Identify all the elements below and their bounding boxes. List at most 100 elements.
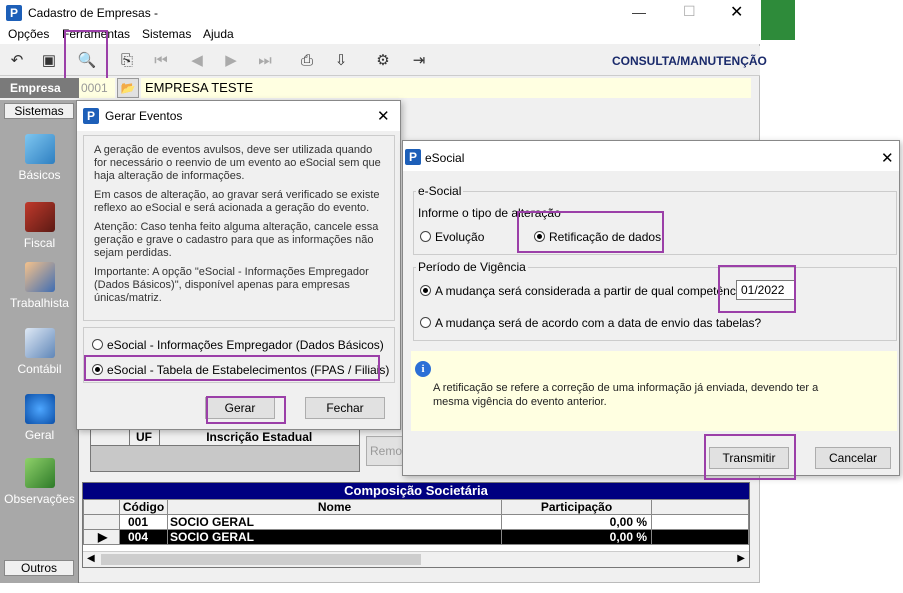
highlight-competencia-input [718,265,796,313]
minimize-icon[interactable]: — [632,4,646,20]
sidebar-item-contabil[interactable]: Contábil [0,328,79,376]
vigencia-group-label: Período de Vigência [416,260,528,274]
horizontal-scrollbar[interactable]: ◀ ▶ [83,551,749,567]
empresa-name[interactable]: EMPRESA TESTE [141,78,751,98]
gerar-dialog-title: Gerar Eventos [105,109,183,123]
last-record-icon[interactable]: ⏭ [254,50,276,72]
table-row-selected[interactable]: ▶ 004 SOCIO GERAL 0,00 % [83,529,749,545]
esocial-dialog-title: eSocial [425,151,465,165]
gerar-para-4: Importante: A opção "eSocial - Informaçõ… [94,266,369,304]
option-evolucao[interactable]: Evolução [420,230,484,244]
title-bar: P Cadastro de Empresas - — ☐ ✕ [0,0,760,28]
highlight-search-tool [64,30,108,82]
undo-icon[interactable]: ↶ [6,50,28,72]
menu-opcoes[interactable]: Opções [8,27,49,41]
info-text: A retificação se refere a correção de um… [433,382,819,408]
highlight-estabelecimentos-option [84,355,380,381]
option-label: A mudança será de acordo com a data de e… [435,316,762,330]
cell-codigo: 004 [119,529,168,545]
worker-icon [24,262,55,292]
esocial-dialog: P eSocial ✕ e-Social Informe o tipo de a… [402,140,900,476]
sidebar-item-label: Observações [4,492,75,506]
composicao-grid: Composição Societária Código Nome Partic… [82,482,750,568]
print-icon[interactable]: ⎙ [296,50,318,72]
sidebar: Sistemas Básicos Fiscal Trabalhista Cont… [0,100,79,583]
toolbar: ↶ ▣ 🔍 ⎘ ⏮ ◀ ▶ ⏭ ⎙ ⇩ ⚙ ⇥ CONSULTA/MANUTEN… [0,46,767,76]
sidebar-item-basicos[interactable]: Básicos [0,134,79,182]
next-record-icon[interactable]: ▶ [220,50,242,72]
option-label: Evolução [435,230,485,244]
window-title: Cadastro de Empresas - [28,6,159,20]
option-competencia[interactable]: A mudança será considerada a partir de q… [420,284,752,298]
option-dados-basicos[interactable]: eSocial - Informações Empregador (Dados … [92,338,384,352]
sidebar-item-fiscal[interactable]: Fiscal [0,202,79,250]
preview-icon[interactable]: ⎘ [116,50,138,72]
esocial-dialog-titlebar: P eSocial ✕ [403,141,899,171]
fechar-button[interactable]: Fechar [305,397,385,419]
sidebar-outros-button[interactable]: Outros [4,560,74,576]
radio-icon [420,231,431,242]
sidebar-item-label: Geral [24,428,55,442]
empresa-label: Empresa [0,78,79,98]
radio-selected-icon [420,285,431,296]
maximize-icon[interactable]: ☐ [683,3,696,20]
gerar-dialog-titlebar: P Gerar Eventos ✕ [77,101,400,131]
cell-participacao: 0,00 % [501,514,652,530]
highlight-gerar-button [206,396,286,424]
sidebar-item-label: Trabalhista [10,296,69,310]
background-window-strip [761,0,795,40]
sidebar-item-label: Contábil [17,362,62,376]
export-icon[interactable]: ⇩ [330,50,352,72]
previous-record-icon[interactable]: ◀ [186,50,208,72]
notepad-pencil-icon [24,458,55,488]
row-pointer-icon: ▶ [83,529,120,545]
menu-bar: Opções Ferramentas Sistemas Ajuda [0,26,760,44]
option-data-envio[interactable]: A mudança será de acordo com a data de e… [420,316,761,330]
cell-nome: SOCIO GERAL [167,529,502,545]
ie-table: UF Inscrição Estadual [90,428,360,472]
col-nome: Nome [167,499,502,515]
menu-ajuda[interactable]: Ajuda [203,27,234,41]
sidebar-item-trabalhista[interactable]: Trabalhista [0,262,79,310]
cell-participacao: 0,00 % [501,529,652,545]
background-window [761,0,903,44]
table-row[interactable]: 001 SOCIO GERAL 0,00 % [83,514,749,530]
option-label: eSocial - Informações Empregador (Dados … [107,338,384,352]
sidebar-item-observacoes[interactable]: Observações [0,458,79,506]
col-participacao: Participação [501,499,652,515]
option-label: A mudança será considerada a partir de q… [435,284,752,298]
info-icon: i [415,361,431,377]
app-logo-icon: P [6,5,22,21]
gerar-info-box: A geração de eventos avulsos, deve ser u… [83,135,395,321]
close-icon[interactable]: ✕ [881,149,894,167]
scroll-thumb[interactable] [101,554,421,565]
radio-icon [420,317,431,328]
ie-col-uf: UF [129,429,160,446]
close-icon[interactable]: ✕ [377,107,390,125]
scroll-left-icon[interactable]: ◀ [87,553,95,564]
cancelar-button[interactable]: Cancelar [815,447,891,469]
empresa-code[interactable]: 0001 [79,78,115,98]
sidebar-item-geral[interactable]: Geral [0,394,79,442]
info-panel: i A retificação se refere a correção de … [411,351,897,431]
remove-button[interactable]: Remo [366,436,406,466]
close-icon[interactable]: ✕ [730,2,743,22]
exit-icon[interactable]: ⇥ [408,50,430,72]
settings-icon[interactable]: ⚙ [372,50,394,72]
gerar-para-3: Atenção: Caso tenha feito alguma alteraç… [94,221,379,259]
computer-info-icon [24,394,55,424]
ie-col-inscricao: Inscrição Estadual [159,429,359,446]
sidebar-sistemas-button[interactable]: Sistemas [4,103,74,119]
first-record-icon[interactable]: ⏮ [150,50,172,72]
mode-label: CONSULTA/MANUTENÇÃO [612,54,767,68]
open-folder-icon[interactable]: 📂 [117,78,139,98]
menu-sistemas[interactable]: Sistemas [142,27,191,41]
save-icon[interactable]: ▣ [38,50,60,72]
scroll-right-icon[interactable]: ▶ [737,553,745,564]
sidebar-item-label: Fiscal [23,236,56,250]
highlight-retificacao-option [517,211,664,253]
sidebar-item-label: Básicos [18,168,61,182]
gerar-para-1: A geração de eventos avulsos, deve ser u… [94,144,381,182]
esocial-group-label: e-Social [416,184,464,198]
cell-nome: SOCIO GERAL [167,514,502,530]
